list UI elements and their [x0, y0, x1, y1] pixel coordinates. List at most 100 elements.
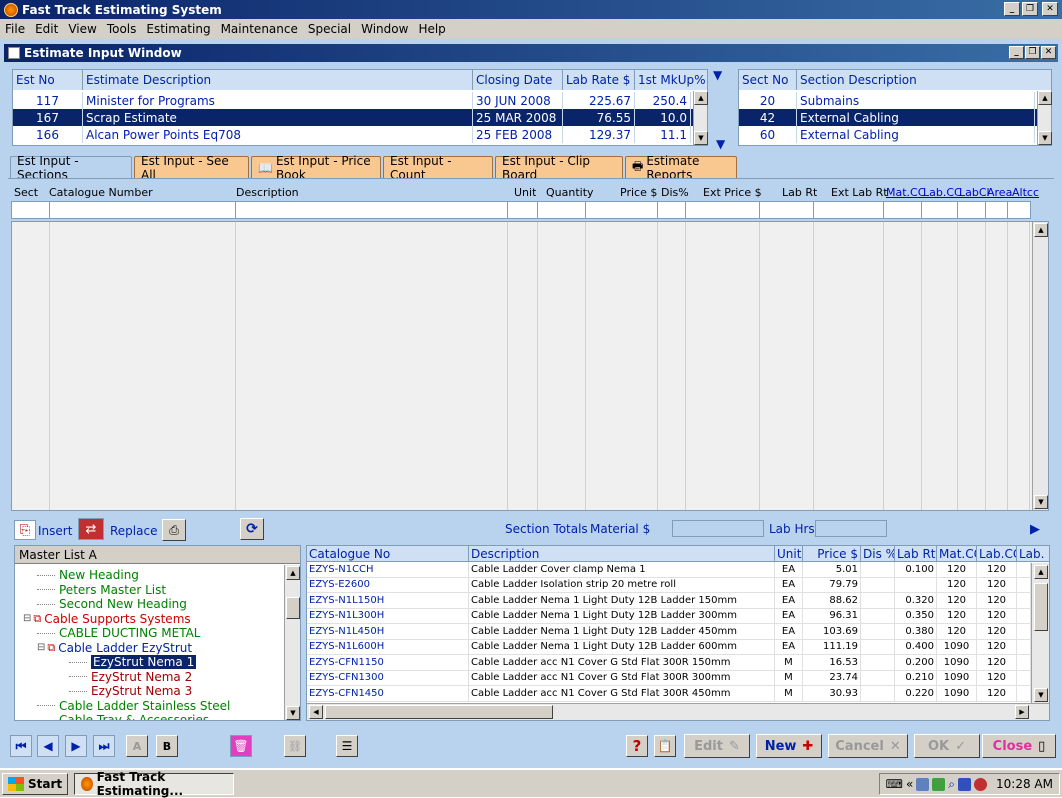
col-lab-rate[interactable]: Lab Rate $ [563, 70, 635, 90]
keyboard-icon[interactable]: ⌨ [886, 777, 903, 791]
catalogue-scrollbar-v[interactable]: ▲ ▼ [1031, 563, 1049, 703]
cancel-button[interactable]: Cancel ✕ [828, 734, 908, 758]
tab-est-input-count[interactable]: Est Input - Count [383, 154, 493, 182]
tab-estimate-reports[interactable]: 🖶 Estimate Reports [625, 154, 737, 182]
scroll-left-icon[interactable]: ◀ [309, 705, 323, 719]
menu-window[interactable]: Window [361, 22, 408, 36]
next-record-icon[interactable]: ▶ [65, 735, 87, 757]
collapse-icon[interactable]: ⊟ [37, 642, 45, 653]
col-section-description[interactable]: Section Description [797, 70, 1051, 90]
stamp-icon[interactable]: ⎙ [162, 519, 186, 541]
scroll-thumb[interactable] [325, 705, 553, 719]
tree-item[interactable]: ⊟ ⧉ Cable Ladder EzyStrut [15, 641, 283, 656]
scroll-down-icon[interactable]: ▼ [694, 131, 708, 145]
clipboard-icon[interactable]: 📋 [654, 735, 676, 757]
network-icon[interactable] [916, 777, 930, 791]
menu-edit[interactable]: Edit [35, 22, 58, 36]
scroll-up-icon[interactable]: ▲ [1034, 223, 1048, 237]
taskbar-item-fast-track[interactable]: Fast Track Estimating... [74, 770, 235, 798]
child-close-button[interactable]: ✕ [1041, 46, 1056, 59]
scroll-down-icon[interactable]: ▼ [1038, 131, 1052, 145]
menu-maintenance[interactable]: Maintenance [221, 22, 298, 36]
child-minimize-button[interactable]: _ [1009, 46, 1024, 59]
link-icon[interactable]: ⛓ [284, 735, 306, 757]
b-button[interactable]: B [156, 735, 178, 757]
tree-item[interactable]: Cable Ladder Stainless Steel [15, 699, 283, 714]
cat-col-mat-cc[interactable]: Mat.CC [937, 546, 977, 561]
cat-col-lab-rt[interactable]: Lab Rt [895, 546, 937, 561]
scroll-up-icon[interactable]: ▲ [694, 91, 708, 105]
catalogue-row[interactable]: EZYS-N1L300H Cable Ladder Nema 1 Light Du… [307, 608, 1049, 624]
expand-down-icon[interactable]: ▼ [713, 68, 722, 82]
input-catalogue-number[interactable] [50, 202, 236, 218]
estimate-lines-grid[interactable]: ▲ ▼ [11, 221, 1049, 511]
ok-button[interactable]: OK ✓ [914, 734, 980, 758]
insert-button[interactable]: Insert [38, 524, 72, 538]
input-dis[interactable] [658, 202, 686, 218]
close-button[interactable]: Close ▯ [982, 734, 1056, 758]
tree-item[interactable]: CABLE DUCTING METAL [15, 626, 283, 641]
tab-est-input-sections[interactable]: Est Input - Sections [10, 154, 132, 182]
collapse-down-icon[interactable]: ▼ [716, 137, 725, 151]
cat-col-catalogue-no[interactable]: Catalogue No [307, 546, 469, 561]
input-price[interactable] [586, 202, 658, 218]
catalogue-row[interactable]: EZYS-CFN1300 Cable Ladder acc N1 Cover G … [307, 670, 1049, 686]
catalogue-row[interactable]: EZYS-N1L150H Cable Ladder Nema 1 Light Du… [307, 593, 1049, 609]
hdr-lab-cc[interactable]: Lab.CC [923, 186, 962, 199]
delete-icon[interactable]: 🗑 [230, 735, 252, 757]
insert-icon[interactable]: ⎘ [14, 520, 36, 540]
input-sect[interactable] [12, 202, 50, 218]
last-record-icon[interactable]: ⏭ [93, 735, 115, 757]
scroll-down-icon[interactable]: ▼ [286, 706, 300, 720]
close-window-button[interactable]: ✕ [1042, 2, 1058, 16]
tree-item[interactable]: EzyStrut Nema 3 [15, 684, 283, 699]
hdr-mat-cc[interactable]: Mat.CC [886, 186, 925, 199]
help-icon[interactable]: ? [626, 735, 648, 757]
tree-item[interactable]: Cable Tray & Accessories [15, 713, 283, 720]
input-quantity[interactable] [538, 202, 586, 218]
col-mkup[interactable]: 1st MkUp% [635, 70, 707, 90]
tree-item[interactable]: EzyStrut Nema 2 [15, 670, 283, 685]
search-icon[interactable]: ⌕ [948, 777, 955, 792]
catalogue-row[interactable]: EZYS-CFN1150 Cable Ladder acc N1 Cover G … [307, 655, 1049, 671]
section-row[interactable]: 60 External Cabling [739, 126, 1051, 143]
input-labcl[interactable] [958, 202, 986, 218]
col-closing-date[interactable]: Closing Date [473, 70, 563, 90]
estimate-row[interactable]: 166 Alcan Power Points Eq708 25 FEB 2008… [13, 126, 707, 143]
tree-item[interactable]: EzyStrut Nema 1 [15, 654, 283, 671]
cat-col-description[interactable]: Description [469, 546, 775, 561]
monitor-icon[interactable] [932, 777, 946, 791]
catalogue-row[interactable]: EZYS-CFN1450 Cable Ladder acc N1 Cover G … [307, 686, 1049, 702]
child-restore-button[interactable]: ❐ [1025, 46, 1040, 59]
input-lab-cc[interactable] [922, 202, 958, 218]
shield-icon[interactable] [958, 777, 972, 791]
cat-col-lab[interactable]: Lab. [1017, 546, 1049, 561]
cat-col-lab-cc[interactable]: Lab.CC [977, 546, 1017, 561]
estimate-row[interactable]: 117 Minister for Programs 30 JUN 2008 22… [13, 92, 707, 109]
menu-tools[interactable]: Tools [107, 22, 137, 36]
first-record-icon[interactable]: ⏮ [10, 735, 32, 757]
menu-special[interactable]: Special [308, 22, 351, 36]
input-ext-lab-rt[interactable] [814, 202, 884, 218]
edit-button[interactable]: Edit ✎ [684, 734, 750, 758]
tray-expand-icon[interactable]: « [906, 777, 913, 791]
new-button[interactable]: New ✚ [756, 734, 822, 758]
catalogue-scrollbar-h[interactable]: ◀ ▶ [307, 703, 1049, 720]
replace-button[interactable]: Replace [110, 524, 157, 538]
input-lab-rt[interactable] [760, 202, 814, 218]
input-altcc[interactable] [1008, 202, 1030, 218]
menu-file[interactable]: File [5, 22, 25, 36]
lines-scrollbar[interactable]: ▲ ▼ [1032, 222, 1048, 510]
tree-scrollbar[interactable]: ▲ ▼ [284, 565, 300, 720]
tab-est-input-price-book[interactable]: 📖 Est Input - Price Book [251, 154, 381, 182]
tree-item[interactable]: Peters Master List [15, 583, 283, 598]
prev-record-icon[interactable]: ◀ [37, 735, 59, 757]
catalogue-row[interactable]: EZYS-E2600 Cable Ladder Isolation strip 2… [307, 577, 1049, 593]
menu-view[interactable]: View [68, 22, 96, 36]
input-ext-price[interactable] [686, 202, 760, 218]
section-row-selected[interactable]: 42 External Cabling [739, 109, 1051, 126]
catalogue-row[interactable]: EZYS-N1CCH Cable Ladder Cover clamp Nema … [307, 562, 1049, 578]
scroll-right-icon[interactable]: ▶ [1015, 705, 1029, 719]
cat-col-dis[interactable]: Dis % [861, 546, 895, 561]
scroll-up-icon[interactable]: ▲ [1038, 91, 1052, 105]
